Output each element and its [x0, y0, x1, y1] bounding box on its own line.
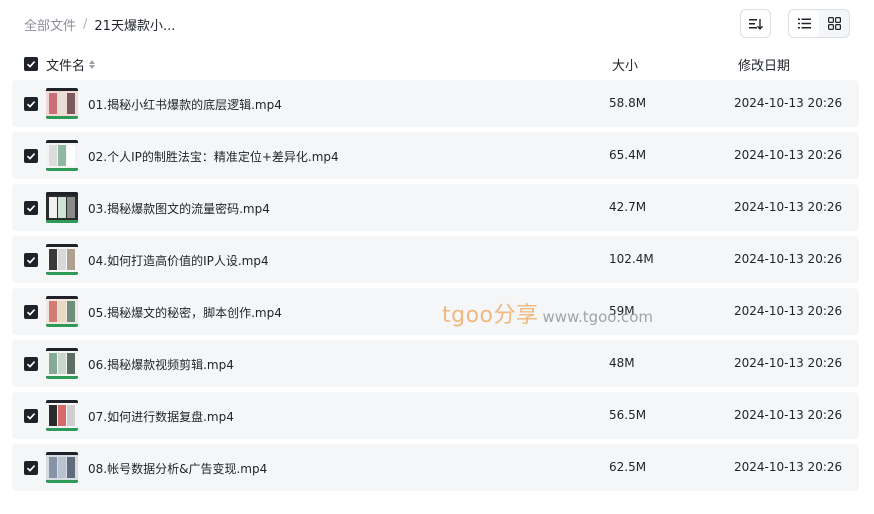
table-row[interactable]: 03.揭秘爆款图文的流量密码.mp4 42.7M 2024-10-13 20:2… — [12, 184, 859, 231]
video-thumbnail — [46, 88, 78, 119]
checkmark-icon — [26, 61, 36, 68]
table-row[interactable]: 04.如何打造高价值的IP人设.mp4 102.4M 2024-10-13 20… — [12, 236, 859, 283]
file-name[interactable]: 07.如何进行数据复盘.mp4 — [88, 408, 234, 425]
grid-view-icon — [827, 17, 841, 30]
video-thumbnail — [46, 244, 78, 275]
checkmark-icon — [26, 361, 36, 368]
file-name[interactable]: 03.揭秘爆款图文的流量密码.mp4 — [88, 200, 270, 217]
row-checkbox[interactable] — [24, 357, 38, 371]
thumbnail-image — [46, 88, 78, 119]
file-name[interactable]: 04.如何打造高价值的IP人设.mp4 — [88, 252, 269, 269]
file-name[interactable]: 06.揭秘爆款视频剪辑.mp4 — [88, 356, 234, 373]
file-date: 2024-10-13 20:26 — [734, 304, 843, 318]
sort-lines-icon — [748, 18, 763, 30]
file-size: 48M — [609, 356, 635, 370]
row-checkbox[interactable] — [24, 201, 38, 215]
file-size: 58.8M — [609, 96, 647, 110]
thumbnail-image — [46, 244, 78, 275]
video-thumbnail — [46, 192, 78, 223]
video-thumbnail — [46, 140, 78, 171]
thumbnail-image — [46, 296, 78, 327]
thumbnail-image — [46, 140, 78, 171]
file-size: 102.4M — [609, 252, 654, 266]
row-checkbox[interactable] — [24, 253, 38, 267]
select-all-checkbox[interactable] — [24, 57, 38, 71]
sort-button[interactable] — [740, 9, 771, 38]
file-name[interactable]: 02.个人IP的制胜法宝：精准定位+差异化.mp4 — [88, 148, 339, 165]
file-size: 56.5M — [609, 408, 647, 422]
table-row[interactable]: 06.揭秘爆款视频剪辑.mp4 48M 2024-10-13 20:26 — [12, 340, 859, 387]
sort-caret-icon — [89, 60, 96, 69]
breadcrumb-root-link[interactable]: 全部文件 — [24, 15, 76, 34]
file-list: 01.揭秘小红书爆款的底层逻辑.mp4 58.8M 2024-10-13 20:… — [12, 80, 859, 496]
checkmark-icon — [26, 205, 36, 212]
checkmark-icon — [26, 257, 36, 264]
column-header-date[interactable]: 修改日期 — [738, 55, 790, 74]
table-header: 文件名 大小 修改日期 — [0, 52, 874, 76]
video-thumbnail — [46, 452, 78, 483]
table-row[interactable]: 05.揭秘爆文的秘密，脚本创作.mp4 59M 2024-10-13 20:26 — [12, 288, 859, 335]
checkmark-icon — [26, 153, 36, 160]
file-date: 2024-10-13 20:26 — [734, 252, 843, 266]
thumbnail-image — [46, 192, 78, 223]
file-size: 65.4M — [609, 148, 647, 162]
file-name[interactable]: 01.揭秘小红书爆款的底层逻辑.mp4 — [88, 96, 282, 113]
table-row[interactable]: 02.个人IP的制胜法宝：精准定位+差异化.mp4 65.4M 2024-10-… — [12, 132, 859, 179]
view-toggle — [788, 9, 850, 38]
file-size: 59M — [609, 304, 635, 318]
list-view-button[interactable] — [789, 10, 819, 37]
list-view-icon — [797, 18, 811, 29]
row-checkbox[interactable] — [24, 97, 38, 111]
table-row[interactable]: 01.揭秘小红书爆款的底层逻辑.mp4 58.8M 2024-10-13 20:… — [12, 80, 859, 127]
checkmark-icon — [26, 309, 36, 316]
row-checkbox[interactable] — [24, 409, 38, 423]
checkmark-icon — [26, 101, 36, 108]
file-date: 2024-10-13 20:26 — [734, 356, 843, 370]
file-date: 2024-10-13 20:26 — [734, 408, 843, 422]
table-row[interactable]: 08.帐号数据分析&广告变现.mp4 62.5M 2024-10-13 20:2… — [12, 444, 859, 491]
file-size: 42.7M — [609, 200, 647, 214]
video-thumbnail — [46, 400, 78, 431]
file-date: 2024-10-13 20:26 — [734, 96, 843, 110]
breadcrumb: 全部文件 / 21天爆款小... — [24, 15, 175, 34]
breadcrumb-current: 21天爆款小... — [94, 19, 176, 34]
breadcrumb-separator: / — [83, 17, 88, 32]
checkmark-icon — [26, 413, 36, 420]
column-name-label: 文件名 — [46, 59, 86, 74]
thumbnail-image — [46, 348, 78, 379]
column-header-size[interactable]: 大小 — [612, 55, 638, 74]
row-checkbox[interactable] — [24, 461, 38, 475]
file-date: 2024-10-13 20:26 — [734, 460, 843, 474]
thumbnail-image — [46, 452, 78, 483]
file-date: 2024-10-13 20:26 — [734, 148, 843, 162]
file-size: 62.5M — [609, 460, 647, 474]
row-checkbox[interactable] — [24, 305, 38, 319]
video-thumbnail — [46, 348, 78, 379]
top-bar: 全部文件 / 21天爆款小... — [0, 0, 874, 48]
file-date: 2024-10-13 20:26 — [734, 200, 843, 214]
grid-view-button[interactable] — [819, 10, 849, 37]
thumbnail-image — [46, 400, 78, 431]
file-name[interactable]: 08.帐号数据分析&广告变现.mp4 — [88, 460, 267, 477]
checkmark-icon — [26, 465, 36, 472]
row-checkbox[interactable] — [24, 149, 38, 163]
column-header-name[interactable]: 文件名 — [46, 55, 96, 74]
file-name[interactable]: 05.揭秘爆文的秘密，脚本创作.mp4 — [88, 304, 282, 321]
table-row[interactable]: 07.如何进行数据复盘.mp4 56.5M 2024-10-13 20:26 — [12, 392, 859, 439]
video-thumbnail — [46, 296, 78, 327]
